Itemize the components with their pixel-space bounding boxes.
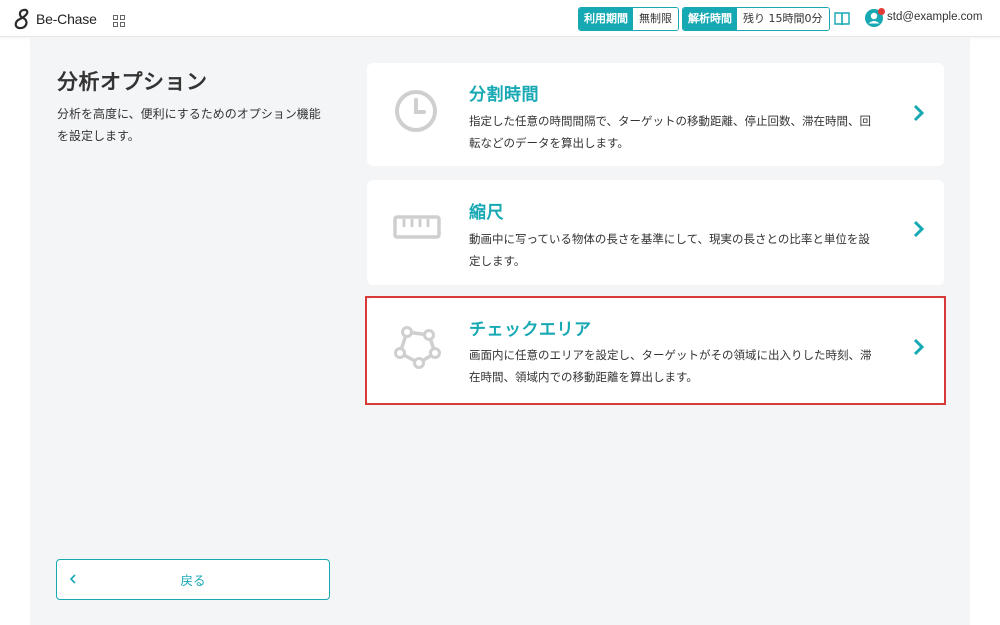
page-description: 分析を高度に、便利にするためのオプション機能を設定します。: [57, 107, 321, 143]
option-title: 縮尺: [469, 203, 504, 223]
chevron-left-icon: [69, 573, 77, 588]
notification-dot: [878, 8, 885, 15]
chevron-right-icon: [912, 338, 925, 360]
logo-mark-icon: [14, 8, 29, 30]
chevron-right-icon: [912, 104, 925, 126]
clock-icon: [393, 88, 439, 138]
option-description: 画面内に任意のエリアを設定し、ターゲットがその領域に出入りした時刻、滞在時間、領…: [469, 348, 872, 384]
ruler-icon: [393, 213, 441, 245]
option-title: チェックエリア: [469, 320, 592, 340]
back-button[interactable]: 戻る: [56, 559, 330, 600]
option-card-split-time[interactable]: 分割時間 指定した任意の時間間隔で、ターゲットの移動距離、停止回数、滞在時間、回…: [367, 63, 944, 166]
analysis-time-value: 残り 15時間0分: [737, 8, 829, 30]
manual-book-icon[interactable]: [834, 11, 850, 30]
option-title: 分割時間: [469, 85, 539, 105]
back-button-label: 戻る: [180, 573, 206, 588]
chevron-right-icon: [912, 220, 925, 242]
top-header: Be-Chase 利用期間 無制限 解析時間 残り 15時間0分 std@exa…: [0, 0, 1000, 37]
app-logo[interactable]: Be-Chase: [12, 7, 97, 31]
option-description: 指定した任意の時間間隔で、ターゲットの移動距離、停止回数、滞在時間、回転などのデ…: [469, 114, 872, 150]
option-card-scale[interactable]: 縮尺 動画中に写っている物体の長さを基準にして、現実の長さとの比率と単位を設定し…: [367, 180, 944, 285]
page-title: 分析オプション: [57, 70, 208, 94]
analysis-time-label: 解析時間: [683, 8, 737, 30]
analysis-time-badge: 解析時間 残り 15時間0分: [682, 7, 830, 31]
app-name: Be-Chase: [36, 11, 97, 27]
option-description: 動画中に写っている物体の長さを基準にして、現実の長さとの比率と単位を設定します。: [469, 232, 870, 268]
usage-period-value: 無制限: [633, 8, 678, 30]
polygon-area-icon: [393, 325, 441, 373]
user-email[interactable]: std@example.com: [887, 11, 982, 23]
usage-period-label: 利用期間: [579, 8, 633, 30]
usage-period-badge: 利用期間 無制限: [578, 7, 679, 31]
apps-grid-icon[interactable]: [113, 12, 125, 31]
option-card-check-area[interactable]: チェックエリア 画面内に任意のエリアを設定し、ターゲットがその領域に出入りした時…: [367, 298, 944, 405]
